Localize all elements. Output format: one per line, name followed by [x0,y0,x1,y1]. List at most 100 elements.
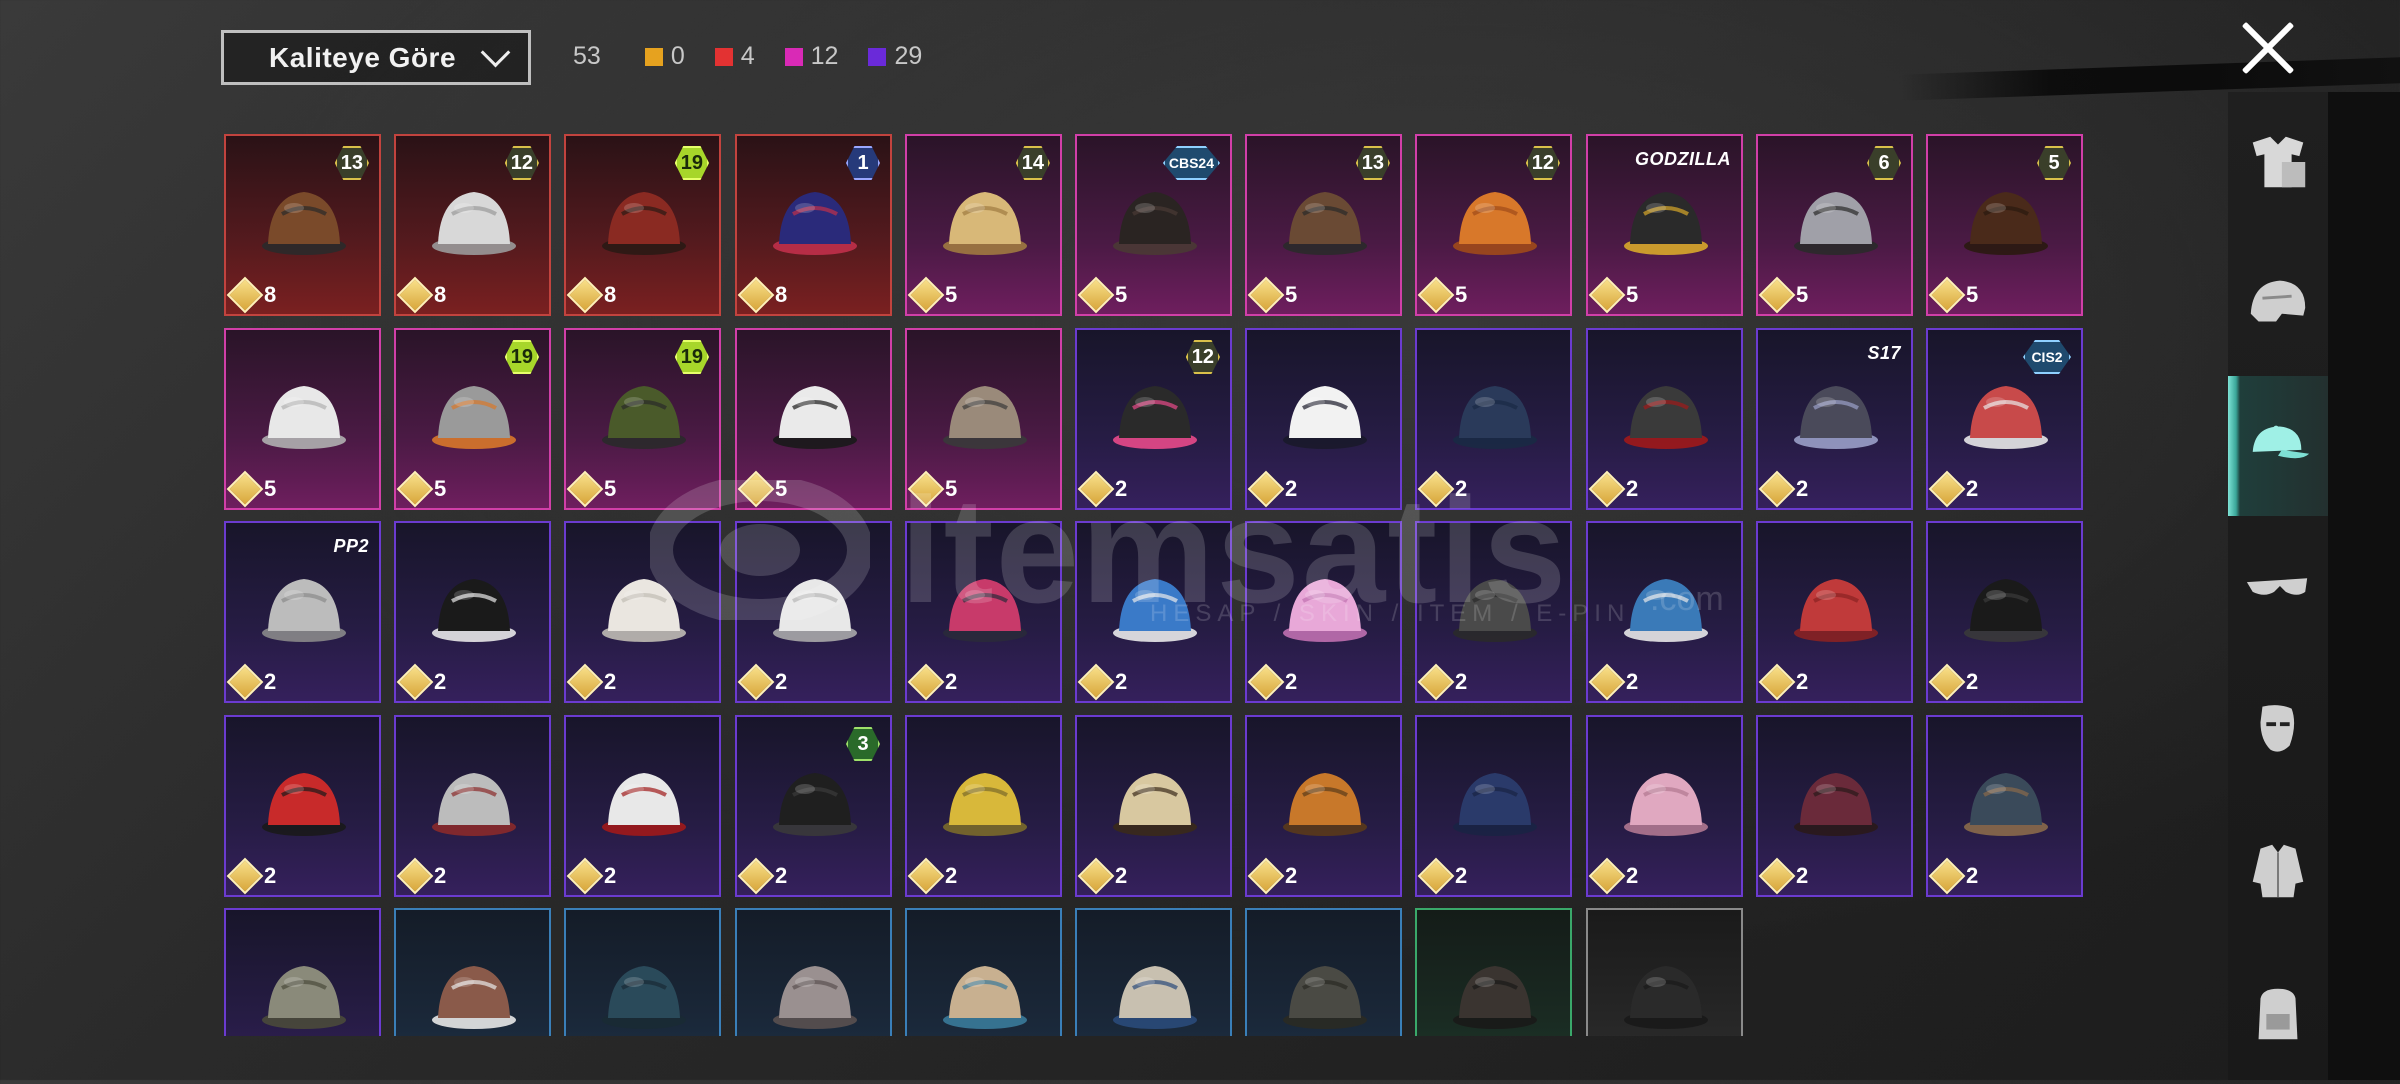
item-tile[interactable]: 2 [394,521,551,703]
item-price: 5 [226,470,276,508]
item-tile[interactable]: 2 [1245,715,1402,897]
item-tile[interactable]: 65 [1756,134,1913,316]
pink-square-icon [784,47,803,66]
item-image [1616,561,1716,651]
bucket-hat-icon [1624,386,1708,449]
black-tophat-icon [1964,579,2048,642]
item-tile[interactable]: 5 [905,328,1062,510]
red-beret-icon [1794,579,1878,642]
item-tile[interactable]: 2 [1415,715,1572,897]
item-image [1275,368,1375,458]
item-tile[interactable]: 12 8 [394,134,551,316]
item-tile[interactable]: 19 8 [564,134,721,316]
item-image [1786,368,1886,458]
item-price-value: 2 [775,669,788,694]
item-tile[interactable]: CBS24 5 [1075,134,1232,316]
silver-helmet-icon [1794,192,1878,255]
item-tile[interactable]: 2 [1756,521,1913,703]
item-price-value: 2 [1285,476,1298,501]
coin-icon [1928,276,1966,314]
item-tile[interactable]: 13 8 [224,134,381,316]
item-tile[interactable]: 2 [905,715,1062,897]
item-tile[interactable]: 2 [1586,521,1743,703]
item-tile[interactable] [564,908,721,1036]
pom-hat-icon [1113,579,1197,642]
item-tile[interactable]: 2 [224,715,381,897]
item-price: 8 [566,276,616,314]
sort-dropdown[interactable]: Kaliteye Göre [221,30,531,85]
item-tile[interactable]: 12 5 [1415,134,1572,316]
sidebar-item-backpack[interactable] [2228,944,2328,1084]
item-tile[interactable]: 2 [1245,328,1402,510]
item-image [594,174,694,264]
item-tile[interactable]: 2 [1586,328,1743,510]
item-tile[interactable]: 2 [1586,715,1743,897]
item-tile[interactable]: 5 [735,328,892,510]
item-tile[interactable]: 14 5 [905,134,1062,316]
item-tile[interactable]: 2 [1075,715,1232,897]
item-tile[interactable]: 2 [394,715,551,897]
blue-cap-icon [1113,966,1197,1029]
item-tile[interactable] [1245,908,1402,1036]
item-price: 2 [1588,857,1638,895]
cat-ear-phones-icon [1283,579,1367,642]
item-tile[interactable]: 32 [735,715,892,897]
item-tile[interactable] [1586,908,1743,1036]
purple-square-icon [868,47,887,66]
sidebar-item-mask[interactable] [2228,660,2328,800]
item-tile[interactable]: 2 [735,521,892,703]
item-price: 2 [907,663,957,701]
sidebar-item-helmet[interactable] [2228,234,2328,374]
item-tile[interactable] [394,908,551,1036]
item-price: 5 [1077,276,1127,314]
item-image [935,948,1035,1036]
item-tile[interactable] [224,908,381,1036]
item-image [1786,755,1886,845]
item-tile[interactable]: 5 [224,328,381,510]
item-tile[interactable]: 2 [1926,715,2083,897]
sidebar-item-cap[interactable] [2228,376,2328,516]
item-tile[interactable]: 55 [1926,134,2083,316]
coin-icon [1077,470,1115,508]
item-tile[interactable] [735,908,892,1036]
item-price: 5 [737,470,787,508]
item-tile[interactable]: S17 2 [1756,328,1913,510]
item-price: 2 [1417,470,1468,508]
item-tile[interactable]: 18 [735,134,892,316]
item-price: 2 [1077,470,1127,508]
sidebar-item-jacket[interactable] [2228,802,2328,942]
sidebar-item-outfit[interactable] [2228,92,2328,232]
item-tile[interactable] [1415,908,1572,1036]
item-tile[interactable]: 2 [1415,328,1572,510]
coin-icon [1077,663,1115,701]
item-tile[interactable] [905,908,1062,1036]
item-tile[interactable]: 2 [1245,521,1402,703]
item-tile[interactable]: 12 2 [1075,328,1232,510]
item-tile[interactable]: 2 [564,521,721,703]
coin-icon [737,663,775,701]
jacket-icon [2252,844,2304,898]
item-price: 2 [1758,470,1808,508]
item-tile[interactable]: 2 [564,715,721,897]
item-tile[interactable]: 19 5 [394,328,551,510]
item-tile[interactable]: 2 [1415,521,1572,703]
camo-boonie-icon [262,966,346,1029]
item-price-value: 2 [1966,863,1979,888]
coin-icon [1077,276,1115,314]
sidebar-item-glasses[interactable] [2228,518,2328,658]
white-hair-icon [432,192,516,255]
item-tile[interactable]: 19 5 [564,328,721,510]
item-price-value: 2 [434,669,447,694]
item-tile[interactable]: CIS2 2 [1926,328,2083,510]
close-button[interactable] [2238,18,2298,78]
item-tile[interactable]: 13 5 [1245,134,1402,316]
item-tile[interactable]: PP2 2 [224,521,381,703]
item-price-value: 2 [1455,476,1468,501]
item-tile[interactable]: 2 [1756,715,1913,897]
item-tile[interactable]: 2 [1075,521,1232,703]
brown-hat-hair-icon [262,192,346,255]
item-tile[interactable]: 2 [1926,521,2083,703]
item-tile[interactable] [1075,908,1232,1036]
item-tile[interactable]: 2 [905,521,1062,703]
item-tile[interactable]: GODZILLA 5 [1586,134,1743,316]
